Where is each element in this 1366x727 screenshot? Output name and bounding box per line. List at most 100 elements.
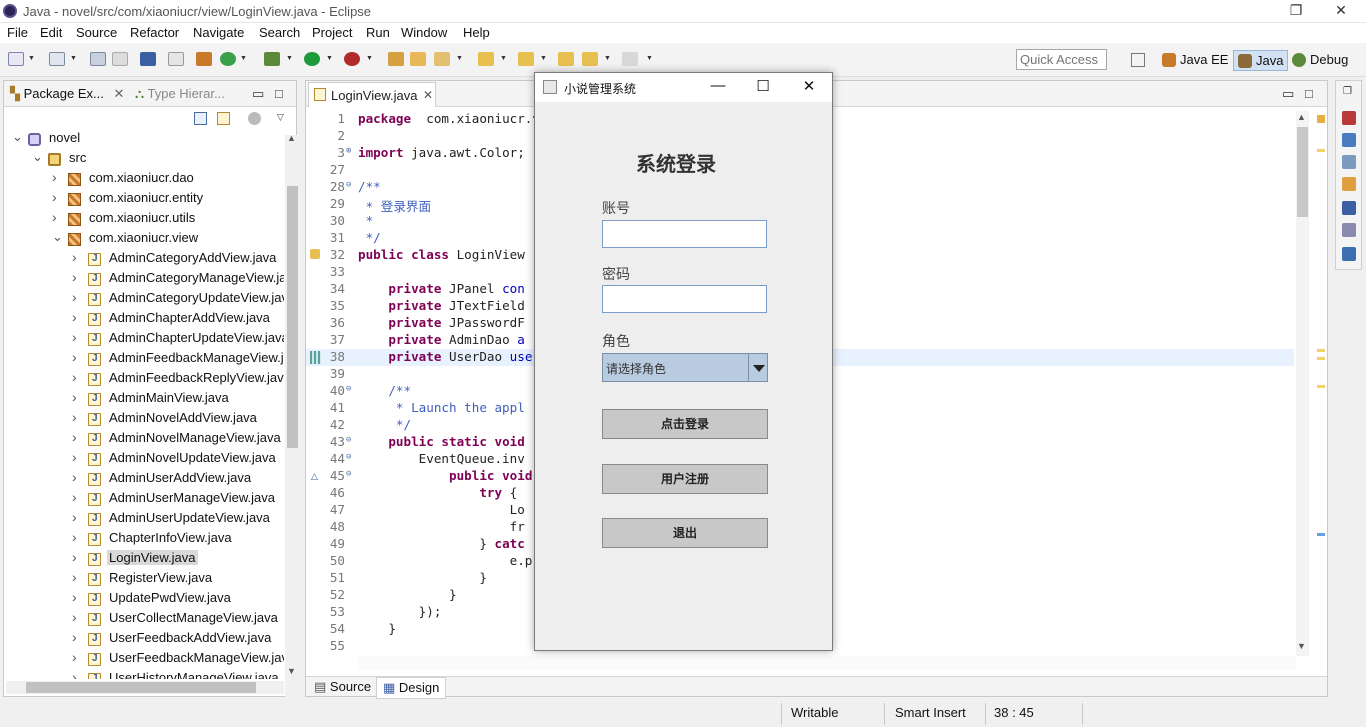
external-dropdown-icon[interactable]: ▼ xyxy=(366,55,373,62)
debug-dropdown-icon[interactable]: ▼ xyxy=(286,55,293,62)
collapse-icon[interactable]: ⊖ xyxy=(346,384,351,394)
open-perspective-icon[interactable] xyxy=(1131,53,1145,67)
tree-item[interactable]: › AdminNovelManageView.java xyxy=(4,429,282,449)
tree-item[interactable]: › AdminChapterUpdateView.java xyxy=(4,329,284,349)
chevron-right-icon[interactable]: › xyxy=(72,569,77,585)
chevron-down-icon[interactable] xyxy=(748,354,767,381)
chevron-right-icon[interactable]: › xyxy=(52,189,57,205)
dialog-minimize-button[interactable]: — xyxy=(704,77,732,97)
overview-marker[interactable] xyxy=(1317,149,1325,152)
chevron-right-icon[interactable]: › xyxy=(72,369,77,385)
chevron-right-icon[interactable]: › xyxy=(72,509,77,525)
scroll-up-icon[interactable]: ▲ xyxy=(1297,112,1306,122)
chevron-down-icon[interactable]: ⌄ xyxy=(12,129,23,145)
scroll-thumb[interactable] xyxy=(287,186,298,448)
chevron-right-icon[interactable]: › xyxy=(72,289,77,305)
scroll-up-icon[interactable]: ▲ xyxy=(287,133,296,143)
chevron-right-icon[interactable]: › xyxy=(72,629,77,645)
scroll-thumb[interactable] xyxy=(1297,127,1308,217)
last-edit-icon[interactable] xyxy=(558,52,574,66)
next-annotation-icon[interactable] xyxy=(478,52,494,66)
tree-item[interactable]: › UserFeedbackAddView.java xyxy=(4,629,282,649)
tab-design[interactable]: ▦ Design xyxy=(376,677,447,699)
overview-marker[interactable] xyxy=(1317,357,1325,360)
warning-icon[interactable] xyxy=(310,249,320,259)
scroll-down-icon[interactable]: ▼ xyxy=(1297,641,1306,651)
chevron-right-icon[interactable]: › xyxy=(72,429,77,445)
chevron-right-icon[interactable]: › xyxy=(72,249,77,265)
tree-item[interactable]: ⌄ src xyxy=(4,149,282,169)
menu-run[interactable]: Run xyxy=(366,25,390,40)
collapse-icon[interactable]: ⊖ xyxy=(346,180,351,190)
tree-item[interactable]: › AdminFeedbackReplyView.java xyxy=(4,369,284,389)
search-icon[interactable] xyxy=(1342,177,1356,191)
chevron-right-icon[interactable]: › xyxy=(52,209,57,225)
tree-item[interactable]: › LoginView.java xyxy=(4,549,282,569)
run-dropdown-icon[interactable]: ▼ xyxy=(326,55,333,62)
tree-item[interactable]: › AdminCategoryUpdateView.jav xyxy=(4,289,284,309)
save-icon[interactable] xyxy=(90,52,106,66)
chevron-right-icon[interactable]: › xyxy=(72,529,77,545)
new-dropdown-icon[interactable]: ▼ xyxy=(28,55,35,62)
role-select[interactable]: 请选择角色 xyxy=(602,353,768,382)
back-icon[interactable] xyxy=(582,52,598,66)
prev-annotation-dropdown-icon[interactable]: ▼ xyxy=(540,55,547,62)
tree-item[interactable]: › AdminCategoryAddView.java xyxy=(4,249,282,269)
tree-item[interactable]: › AdminNovelUpdateView.java xyxy=(4,449,282,469)
outline-icon[interactable] xyxy=(1342,247,1356,261)
refresh-dropdown-icon[interactable]: ▼ xyxy=(240,55,247,62)
account-input[interactable] xyxy=(602,220,767,248)
quick-access-input[interactable] xyxy=(1016,49,1107,70)
dialog-close-button[interactable]: ✕ xyxy=(795,77,823,97)
scroll-thumb[interactable] xyxy=(26,682,256,693)
editor-tab-loginview[interactable]: LoginView.java ✕ xyxy=(308,82,436,107)
back-dropdown-icon[interactable]: ▼ xyxy=(604,55,611,62)
menu-edit[interactable]: Edit xyxy=(40,25,62,40)
perspective-java-ee[interactable]: Java EE xyxy=(1162,52,1228,67)
chevron-right-icon[interactable]: › xyxy=(72,649,77,665)
chevron-right-icon[interactable]: › xyxy=(72,669,77,679)
refresh-icon[interactable] xyxy=(220,52,236,66)
login-button[interactable]: 点击登录 xyxy=(602,409,768,439)
window-restore-button[interactable]: ❐ xyxy=(1285,2,1307,20)
new-project-icon[interactable] xyxy=(49,52,65,66)
tree-item[interactable]: ⌄ novel xyxy=(4,129,282,149)
dialog-maximize-button[interactable]: ☐ xyxy=(749,77,777,97)
declaration-icon[interactable] xyxy=(1342,155,1356,169)
save-all-icon[interactable] xyxy=(112,52,128,66)
tree-item[interactable]: › RegisterView.java xyxy=(4,569,282,589)
tree-item[interactable]: › AdminCategoryManageView.ja xyxy=(4,269,284,289)
tree-item[interactable]: › com.xiaoniucr.entity xyxy=(4,189,282,209)
tree-item[interactable]: › AdminMainView.java xyxy=(4,389,282,409)
overview-marker[interactable] xyxy=(1317,349,1325,352)
next-annotation-dropdown-icon[interactable]: ▼ xyxy=(500,55,507,62)
new-project-dropdown-icon[interactable]: ▼ xyxy=(70,55,77,62)
tree-item[interactable]: › com.xiaoniucr.dao xyxy=(4,169,282,189)
console-icon[interactable] xyxy=(1342,201,1356,215)
horizontal-scrollbar[interactable] xyxy=(358,656,1296,670)
exit-button[interactable]: 退出 xyxy=(602,518,768,548)
menu-help[interactable]: Help xyxy=(463,25,490,40)
new-icon[interactable] xyxy=(8,52,24,66)
collapse-icon[interactable]: ⊖ xyxy=(346,435,351,445)
menu-search[interactable]: Search xyxy=(259,25,300,40)
forward-icon[interactable] xyxy=(622,52,638,66)
console-icon[interactable] xyxy=(140,52,156,66)
tree-item[interactable]: › AdminChapterAddView.java xyxy=(4,309,282,329)
chevron-right-icon[interactable]: › xyxy=(72,409,77,425)
run-external-icon[interactable] xyxy=(344,52,360,66)
tree-item[interactable]: › UpdatePwdView.java xyxy=(4,589,282,609)
tree-item[interactable]: › UserHistoryManageView.java xyxy=(4,669,282,679)
open-folder-icon[interactable] xyxy=(410,52,426,66)
javadoc-icon[interactable] xyxy=(1342,133,1356,147)
maximize-editor-button[interactable]: □ xyxy=(1305,86,1313,101)
menu-refactor[interactable]: Refactor xyxy=(130,25,179,40)
tree-item[interactable]: › com.xiaoniucr.utils xyxy=(4,209,282,229)
problems-icon[interactable] xyxy=(1342,111,1356,125)
chevron-right-icon[interactable]: › xyxy=(72,469,77,485)
chevron-right-icon[interactable]: › xyxy=(72,309,77,325)
chevron-down-icon[interactable]: ⌄ xyxy=(52,229,63,245)
tree-item[interactable]: ⌄ com.xiaoniucr.view xyxy=(4,229,282,249)
tree-item[interactable]: › UserFeedbackManageView.jav xyxy=(4,649,284,669)
overview-marker[interactable] xyxy=(1317,533,1325,536)
